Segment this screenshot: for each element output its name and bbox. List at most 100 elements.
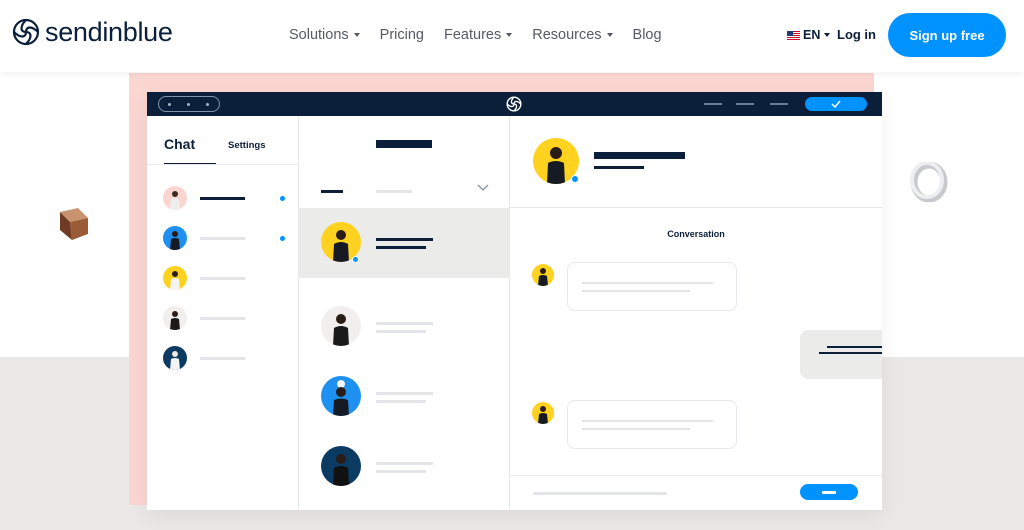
avatar [163,266,187,290]
person-icon [333,314,349,346]
brand-name: sendinblue [45,17,173,47]
caret-down-icon [506,33,513,37]
person-icon [170,311,180,330]
avatar [163,306,187,330]
person-icon [170,191,180,210]
avatar [163,186,187,210]
menu-item-label: Blog [632,27,662,43]
contact-detail-placeholder [594,166,644,169]
titlebar-line [770,103,788,105]
chat-app-mockup: Chat Settings Conversation [147,92,882,510]
contact-item[interactable] [163,306,291,330]
header-divider [510,207,882,208]
person-icon [170,271,180,290]
caret-down-icon [824,33,831,37]
titlebar-line [736,103,754,105]
menu-item-blog[interactable]: Blog [633,26,662,44]
signup-button[interactable]: Sign up free [888,13,1006,57]
brand-logo[interactable]: sendinblue [12,17,173,47]
outgoing-message-bubble [800,330,882,379]
conversation-panel: Conversation [510,116,882,510]
list-title-placeholder [376,140,432,148]
conversation-preview-placeholder [376,246,426,249]
contact-item[interactable] [163,226,291,250]
conversation-name-placeholder [376,462,433,465]
person-icon [333,454,349,486]
app-titlebar [147,92,882,116]
contact-item[interactable] [163,186,291,210]
filter-value-placeholder [376,190,412,193]
online-status-dot [571,175,579,183]
contact-name-placeholder [200,317,245,320]
caret-down-icon [606,33,613,37]
main-menu: Solutions Pricing Features Resources Blo… [289,26,682,44]
login-link[interactable]: Log in [837,27,876,42]
conversation-item[interactable] [299,292,509,362]
confirm-button[interactable] [805,97,867,111]
menu-item-label: Features [443,27,502,43]
tab-settings[interactable]: Settings [228,140,265,151]
avatar [321,446,361,486]
us-flag-icon [787,30,800,40]
language-label: EN [803,28,821,42]
send-button[interactable] [800,484,858,500]
person-icon [170,351,180,370]
message-input-placeholder[interactable] [533,492,667,495]
avatar [532,264,554,286]
conversation-name-placeholder [376,322,433,325]
conversation-preview-placeholder [376,470,426,473]
chevron-down-icon[interactable] [477,184,489,192]
top-navbar: sendinblue Solutions Pricing Features Re… [0,0,1024,72]
contacts-sidebar: Chat Settings [147,116,299,510]
language-selector[interactable]: EN [787,28,831,42]
window-controls [158,96,220,112]
contact-name-placeholder [200,197,245,200]
menu-item-pricing[interactable]: Pricing [380,26,424,44]
avatar [321,306,361,346]
unread-dot [280,196,285,201]
minus-icon [822,490,836,494]
avatar [321,376,361,416]
contact-name-placeholder [200,357,245,360]
conversation-item[interactable] [299,432,509,502]
online-status-dot [352,256,359,263]
tab-chat[interactable]: Chat [164,136,195,152]
conversation-item[interactable] [299,208,509,278]
conversation-item[interactable] [299,362,509,432]
person-icon [538,268,548,286]
incoming-message-bubble [567,400,737,449]
cube-decoration-icon [60,208,88,240]
contact-name-placeholder [200,237,245,240]
incoming-message-bubble [567,262,737,311]
menu-item-solutions[interactable]: Solutions [289,26,360,44]
conversation-list [299,116,510,510]
contact-item[interactable] [163,266,291,290]
avatar [532,402,554,424]
conversation-label: Conversation [667,229,725,239]
sendinblue-logo-icon [506,96,522,112]
person-icon [333,380,349,416]
caret-down-icon [353,33,360,37]
conversation-preview-placeholder [376,400,426,403]
unread-dot [280,236,285,241]
person-icon [170,231,180,250]
menu-item-label: Solutions [289,27,349,43]
contact-item[interactable] [163,346,291,370]
avatar [163,226,187,250]
avatar [163,346,187,370]
filter-label-placeholder [321,190,343,193]
menu-item-resources[interactable]: Resources [532,26,613,44]
titlebar-line [704,103,722,105]
menu-item-label: Resources [532,27,602,43]
tabs-divider [147,164,299,165]
ring-decoration-icon [910,162,948,202]
compose-divider [510,475,882,476]
contact-name-placeholder [594,152,685,159]
menu-item-label: Pricing [379,27,424,43]
sendinblue-logo-icon [12,18,40,46]
person-icon [538,406,548,424]
contact-name-placeholder [200,277,245,280]
menu-item-features[interactable]: Features [443,26,513,44]
checkmark-icon [831,100,841,108]
conversation-name-placeholder [376,238,433,241]
